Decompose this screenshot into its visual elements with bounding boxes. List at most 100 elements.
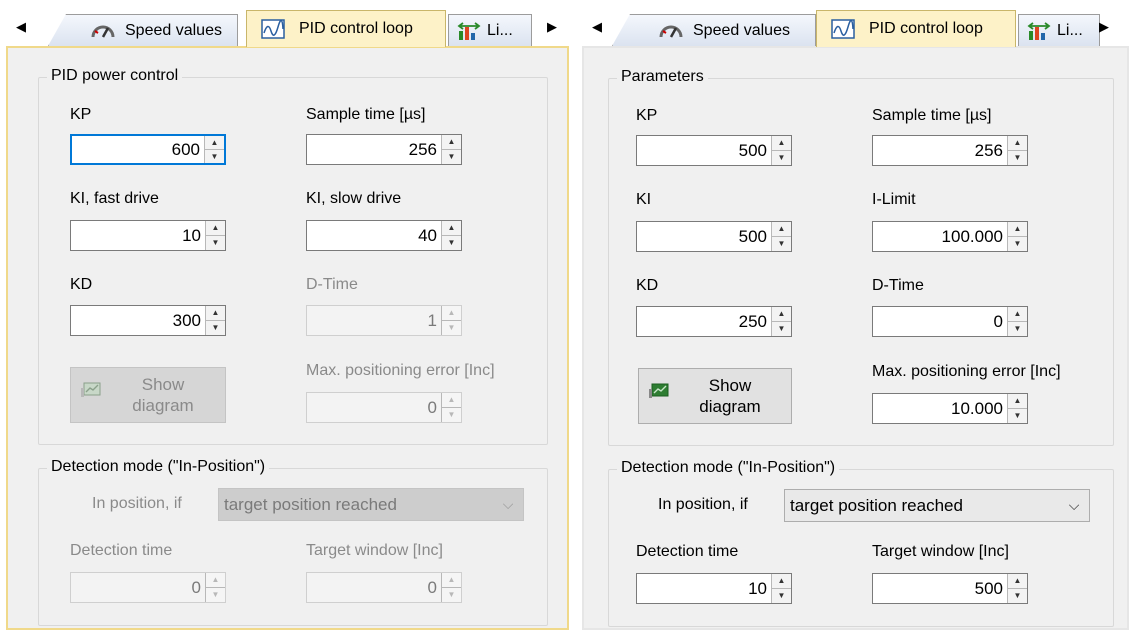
- detection-time-label: Detection time: [70, 542, 173, 559]
- i-limit-spinbox[interactable]: 100.000 ▲ ▼: [872, 221, 1028, 252]
- spin-down-icon[interactable]: ▼: [1008, 589, 1027, 603]
- detection-time-label: Detection time: [636, 543, 739, 560]
- d-time-spinbox[interactable]: 0 ▲ ▼: [872, 306, 1028, 337]
- d-time-label: D-Time: [872, 277, 924, 294]
- spin-down-icon[interactable]: ▼: [442, 150, 461, 164]
- tab-speed-values[interactable]: Speed values: [612, 14, 816, 46]
- sample-time-spinbox[interactable]: 256 ▲ ▼: [306, 134, 462, 165]
- show-diagram-button[interactable]: Show diagram: [638, 368, 792, 424]
- in-position-value: target position reached: [790, 495, 963, 515]
- spin-down-icon: ▼: [206, 588, 225, 602]
- tab-scroll-left-button[interactable]: ◀: [10, 12, 32, 42]
- spin-up-icon[interactable]: ▲: [1008, 136, 1027, 151]
- spin-down-icon[interactable]: ▼: [1008, 409, 1027, 423]
- max-positioning-error-spinbox: 0 ▲ ▼: [306, 392, 462, 423]
- spin-down-icon[interactable]: ▼: [772, 589, 791, 603]
- tab-speed-values[interactable]: Speed values: [48, 14, 238, 46]
- detection-time-spinbox[interactable]: 10 ▲ ▼: [636, 573, 792, 604]
- ki-fast-value: 10: [182, 225, 201, 245]
- spin-down-icon[interactable]: ▼: [772, 322, 791, 336]
- tab-pid-control-loop[interactable]: PID control loop: [246, 10, 446, 47]
- limits-icon: [457, 21, 481, 40]
- target-window-value: 0: [427, 577, 437, 597]
- spin-up-icon[interactable]: ▲: [772, 307, 791, 322]
- waveform-chart-icon: [261, 19, 285, 39]
- spin-up-icon[interactable]: ▲: [206, 306, 225, 321]
- spin-up-icon[interactable]: ▲: [442, 221, 461, 236]
- spin-up-icon[interactable]: ▲: [1008, 394, 1027, 409]
- tab-pid-label: PID control loop: [869, 20, 983, 37]
- spin-up-icon: ▲: [442, 573, 461, 588]
- tab-strip: ◀ Speed values PID control loop Li... ▶: [582, 8, 1129, 47]
- i-limit-value: 100.000: [941, 226, 1003, 246]
- spin-down-icon[interactable]: ▼: [205, 150, 224, 163]
- tab-scroll-right-button[interactable]: ▶: [1093, 12, 1115, 42]
- spin-down-icon[interactable]: ▼: [772, 237, 791, 251]
- chevron-down-icon: ⌵: [502, 496, 514, 512]
- kp-label: KP: [70, 106, 92, 123]
- max-positioning-error-value: 10.000: [951, 398, 1003, 418]
- group-title: Parameters: [617, 68, 708, 86]
- ki-spinbox[interactable]: 500 ▲ ▼: [636, 221, 792, 252]
- tab-scroll-right-button[interactable]: ▶: [541, 12, 563, 42]
- ki-slow-spinbox[interactable]: 40 ▲ ▼: [306, 220, 462, 251]
- target-window-value: 500: [974, 578, 1003, 598]
- kd-value: 250: [738, 311, 767, 331]
- max-positioning-error-spinbox[interactable]: 10.000 ▲ ▼: [872, 393, 1028, 424]
- spin-down-icon[interactable]: ▼: [1008, 322, 1027, 336]
- spin-up-icon[interactable]: ▲: [1008, 222, 1027, 237]
- ki-slow-label: KI, slow drive: [306, 190, 402, 207]
- chevron-down-icon: ⌵: [1068, 497, 1080, 513]
- tab-limits-label: Li...: [487, 21, 513, 39]
- in-position-dropdown: target position reached ⌵: [218, 488, 524, 521]
- kd-label: KD: [636, 277, 659, 294]
- ki-fast-label: KI, fast drive: [70, 190, 159, 207]
- tab-pid-control-loop[interactable]: PID control loop: [816, 10, 1016, 47]
- spin-down-icon: ▼: [442, 321, 461, 335]
- kd-value: 300: [172, 310, 201, 330]
- ki-fast-spinbox[interactable]: 10 ▲ ▼: [70, 220, 226, 251]
- tab-scroll-left-button[interactable]: ◀: [586, 12, 608, 42]
- tab-limits[interactable]: Li...: [1018, 14, 1100, 46]
- target-window-spinbox[interactable]: 500 ▲ ▼: [872, 573, 1028, 604]
- tab-content: Parameters KP 500 ▲ ▼ Sample time [µs] 25…: [582, 46, 1129, 630]
- diagram-icon: [81, 382, 101, 397]
- tab-limits[interactable]: Li...: [448, 14, 532, 46]
- in-position-value: target position reached: [224, 494, 397, 514]
- kp-spinbox[interactable]: 500 ▲ ▼: [636, 135, 792, 166]
- spin-down-icon: ▼: [442, 408, 461, 422]
- ki-value: 500: [738, 226, 767, 246]
- ki-label: KI: [636, 191, 652, 208]
- ki-slow-value: 40: [418, 225, 437, 245]
- spin-up-icon[interactable]: ▲: [442, 135, 461, 150]
- show-diagram-label: Show diagram: [699, 376, 761, 416]
- kp-spinbox[interactable]: 600 ▲ ▼: [70, 134, 226, 165]
- spin-up-icon[interactable]: ▲: [206, 221, 225, 236]
- spin-down-icon[interactable]: ▼: [206, 321, 225, 335]
- spin-up-icon[interactable]: ▲: [772, 574, 791, 589]
- spin-up-icon[interactable]: ▲: [205, 136, 224, 150]
- spin-down-icon[interactable]: ▼: [442, 236, 461, 250]
- spin-up-icon: ▲: [442, 306, 461, 321]
- in-position-label: In position, if: [92, 495, 182, 512]
- spin-down-icon[interactable]: ▼: [206, 236, 225, 250]
- speedometer-icon: [659, 25, 683, 38]
- kd-spinbox[interactable]: 300 ▲ ▼: [70, 305, 226, 336]
- spin-up-icon[interactable]: ▲: [1008, 307, 1027, 322]
- detection-time-value: 10: [748, 578, 767, 598]
- kd-spinbox[interactable]: 250 ▲ ▼: [636, 306, 792, 337]
- spin-up-icon[interactable]: ▲: [772, 222, 791, 237]
- tab-speed-values-label: Speed values: [125, 21, 222, 39]
- tab-pid-label: PID control loop: [299, 20, 413, 37]
- in-position-label: In position, if: [658, 496, 748, 513]
- spin-down-icon[interactable]: ▼: [1008, 151, 1027, 165]
- sample-time-spinbox[interactable]: 256 ▲ ▼: [872, 135, 1028, 166]
- spin-up-icon[interactable]: ▲: [772, 136, 791, 151]
- spin-down-icon[interactable]: ▼: [1008, 237, 1027, 251]
- max-positioning-error-value: 0: [427, 397, 437, 417]
- spin-up-icon[interactable]: ▲: [1008, 574, 1027, 589]
- kp-value: 600: [171, 139, 200, 159]
- spin-down-icon[interactable]: ▼: [772, 151, 791, 165]
- d-time-value: 0: [993, 311, 1003, 331]
- in-position-dropdown[interactable]: target position reached ⌵: [784, 489, 1090, 522]
